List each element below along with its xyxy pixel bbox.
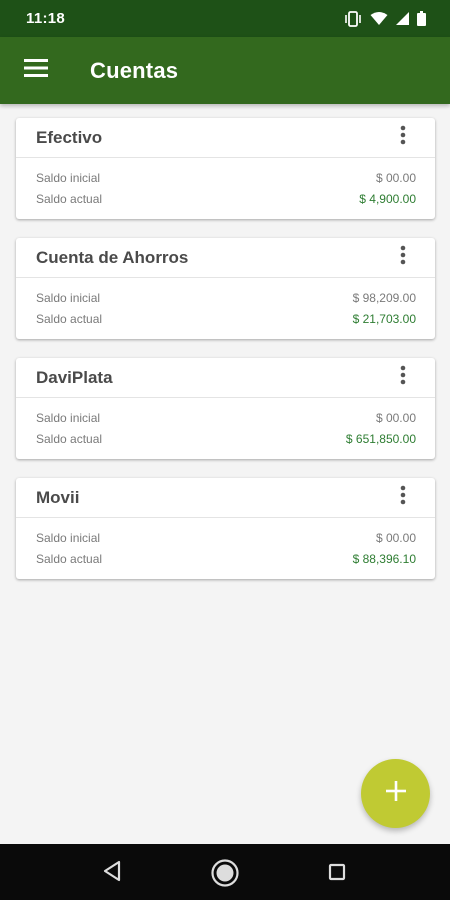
initial-balance-value: $ 00.00 (375, 170, 416, 185)
app-bar: Cuentas (0, 37, 450, 104)
more-options-button[interactable] (389, 484, 417, 512)
status-time: 11:18 (26, 10, 66, 27)
current-balance-row: Saldo actual $ 4,900.00 (36, 188, 416, 209)
account-name: Movii (36, 487, 80, 507)
account-name: DaviPlata (36, 367, 113, 387)
account-name: Efectivo (36, 127, 103, 147)
initial-balance-label: Saldo inicial (36, 290, 101, 305)
initial-balance-label: Saldo inicial (36, 410, 101, 425)
menu-icon (24, 59, 48, 82)
initial-balance-row: Saldo inicial $ 00.00 (36, 407, 416, 428)
current-balance-label: Saldo actual (36, 311, 103, 326)
initial-balance-value: $ 00.00 (375, 410, 416, 425)
card-header: Movii (16, 478, 435, 518)
current-balance-value: $ 651,850.00 (345, 431, 416, 446)
more-options-button[interactable] (389, 364, 417, 392)
more-vert-icon (400, 245, 406, 270)
card-header: DaviPlata (16, 358, 435, 398)
initial-balance-row: Saldo inicial $ 00.00 (36, 167, 416, 188)
signal-icon (396, 12, 409, 25)
current-balance-value: $ 21,703.00 (352, 311, 416, 326)
recents-icon (328, 863, 346, 886)
menu-button[interactable] (19, 54, 53, 88)
current-balance-value: $ 4,900.00 (359, 191, 416, 206)
card-header: Efectivo (16, 118, 435, 158)
more-options-button[interactable] (389, 124, 417, 152)
current-balance-row: Saldo actual $ 88,396.10 (36, 548, 416, 569)
status-bar: 11:18 (0, 0, 450, 37)
card-body: Saldo inicial $ 00.00 Saldo actual $ 651… (16, 398, 435, 449)
account-card[interactable]: Cuenta de Ahorros Saldo inicial $ 98,209… (16, 238, 435, 339)
account-name: Cuenta de Ahorros (36, 247, 189, 267)
account-card[interactable]: DaviPlata Saldo inicial $ 00.00 Saldo ac… (16, 358, 435, 459)
back-icon (102, 860, 122, 887)
add-account-button[interactable] (361, 759, 430, 828)
initial-balance-row: Saldo inicial $ 98,209.00 (36, 287, 416, 308)
card-body: Saldo inicial $ 00.00 Saldo actual $ 88,… (16, 518, 435, 569)
wifi-icon (370, 11, 388, 26)
current-balance-value: $ 88,396.10 (352, 551, 416, 566)
home-icon (210, 858, 240, 893)
home-button[interactable] (210, 858, 240, 893)
card-body: Saldo inicial $ 00.00 Saldo actual $ 4,9… (16, 158, 435, 209)
vibrate-icon (344, 10, 362, 27)
card-header: Cuenta de Ahorros (16, 238, 435, 278)
accounts-list: Efectivo Saldo inicial $ 00.00 Saldo act… (16, 118, 435, 598)
recents-button[interactable] (328, 863, 346, 886)
initial-balance-value: $ 00.00 (375, 530, 416, 545)
more-options-button[interactable] (389, 244, 417, 272)
more-vert-icon (400, 365, 406, 390)
initial-balance-label: Saldo inicial (36, 170, 101, 185)
account-card[interactable]: Movii Saldo inicial $ 00.00 Saldo actual… (16, 478, 435, 579)
plus-icon (385, 781, 406, 806)
page-title: Cuentas (90, 57, 179, 83)
current-balance-row: Saldo actual $ 651,850.00 (36, 428, 416, 449)
initial-balance-value: $ 98,209.00 (352, 290, 416, 305)
current-balance-label: Saldo actual (36, 551, 103, 566)
current-balance-label: Saldo actual (36, 191, 103, 206)
initial-balance-label: Saldo inicial (36, 530, 101, 545)
card-body: Saldo inicial $ 98,209.00 Saldo actual $… (16, 278, 435, 329)
more-vert-icon (400, 125, 406, 150)
status-icons (344, 10, 426, 27)
current-balance-label: Saldo actual (36, 431, 103, 446)
account-card[interactable]: Efectivo Saldo inicial $ 00.00 Saldo act… (16, 118, 435, 219)
more-vert-icon (400, 485, 406, 510)
current-balance-row: Saldo actual $ 21,703.00 (36, 308, 416, 329)
navigation-bar (0, 844, 450, 900)
battery-icon (417, 11, 426, 26)
initial-balance-row: Saldo inicial $ 00.00 (36, 527, 416, 548)
back-button[interactable] (102, 860, 122, 887)
